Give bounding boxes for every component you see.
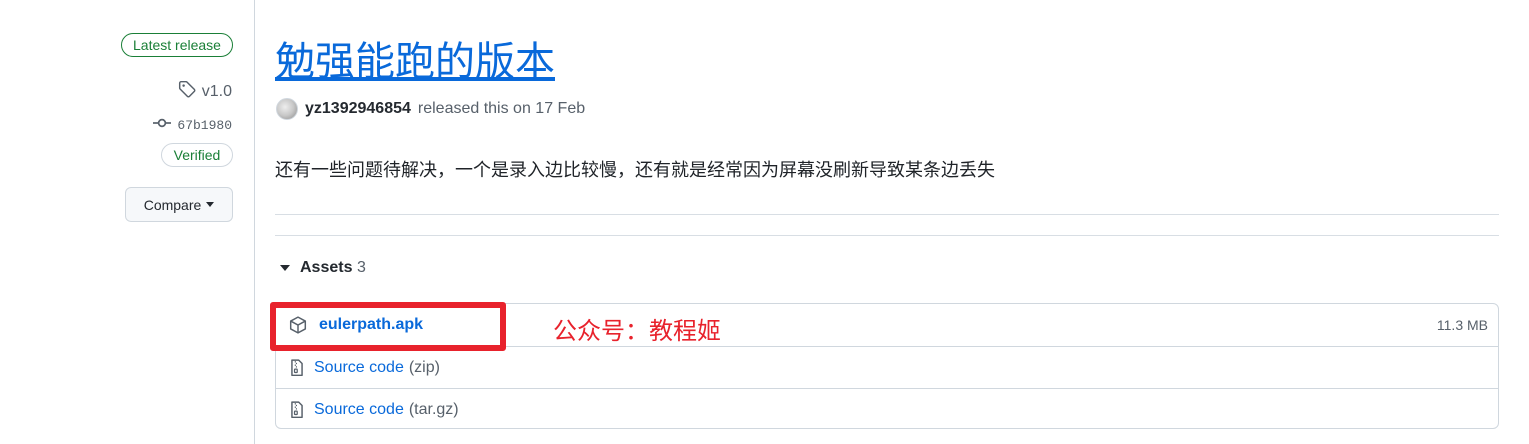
compare-button[interactable]: Compare: [125, 187, 233, 222]
assets-count: 3: [356, 259, 366, 276]
assets-label: Assets: [300, 259, 353, 276]
release-page: Latest release v1.0 67b1980 Verified Com…: [0, 0, 1529, 444]
compare-label: Compare: [143, 196, 202, 213]
asset-ext: (tar.gz): [408, 400, 459, 418]
release-notes: 还有一些问题待解决，一个是录入边比较慢，还有就是经常因为屏幕没刷新导致某条边丢失: [275, 160, 995, 181]
divider: [275, 214, 1499, 215]
released-date-text: released this on 17 Feb: [417, 100, 586, 117]
git-commit-icon: [153, 114, 172, 136]
commit-hash: 67b1980: [177, 117, 232, 133]
release-author-row: yz1392946854 released this on 17 Feb: [276, 98, 585, 120]
watermark-text: 公众号：教程姬: [553, 317, 721, 345]
tag-link[interactable]: v1.0: [178, 80, 232, 103]
asset-link[interactable]: Source code: [314, 359, 404, 377]
tag-label: v1.0: [201, 82, 232, 100]
avatar[interactable]: [276, 98, 298, 120]
commit-link[interactable]: 67b1980: [153, 114, 232, 136]
latest-release-badge: Latest release: [121, 33, 233, 57]
file-zip-icon: [288, 400, 306, 419]
highlight-annotation-box: [270, 302, 506, 351]
asset-size: 11.3 MB: [1436, 317, 1488, 333]
verified-badge[interactable]: Verified: [161, 143, 233, 167]
release-meta-sidebar: Latest release v1.0 67b1980 Verified Com…: [0, 0, 255, 444]
asset-ext: (zip): [408, 358, 440, 376]
release-title[interactable]: 勉强能跑的版本: [275, 36, 555, 88]
tag-icon: [178, 80, 196, 103]
asset-link[interactable]: Source code: [314, 401, 404, 419]
divider: [275, 235, 1499, 236]
triangle-down-icon: [280, 265, 290, 271]
author-name[interactable]: yz1392946854: [305, 100, 411, 118]
file-zip-icon: [288, 358, 306, 377]
caret-down-icon: [206, 202, 215, 207]
assets-toggle[interactable]: Assets 3: [280, 259, 366, 277]
asset-row[interactable]: Source code (tar.gz): [276, 388, 1498, 430]
asset-row[interactable]: Source code (zip): [276, 346, 1498, 388]
